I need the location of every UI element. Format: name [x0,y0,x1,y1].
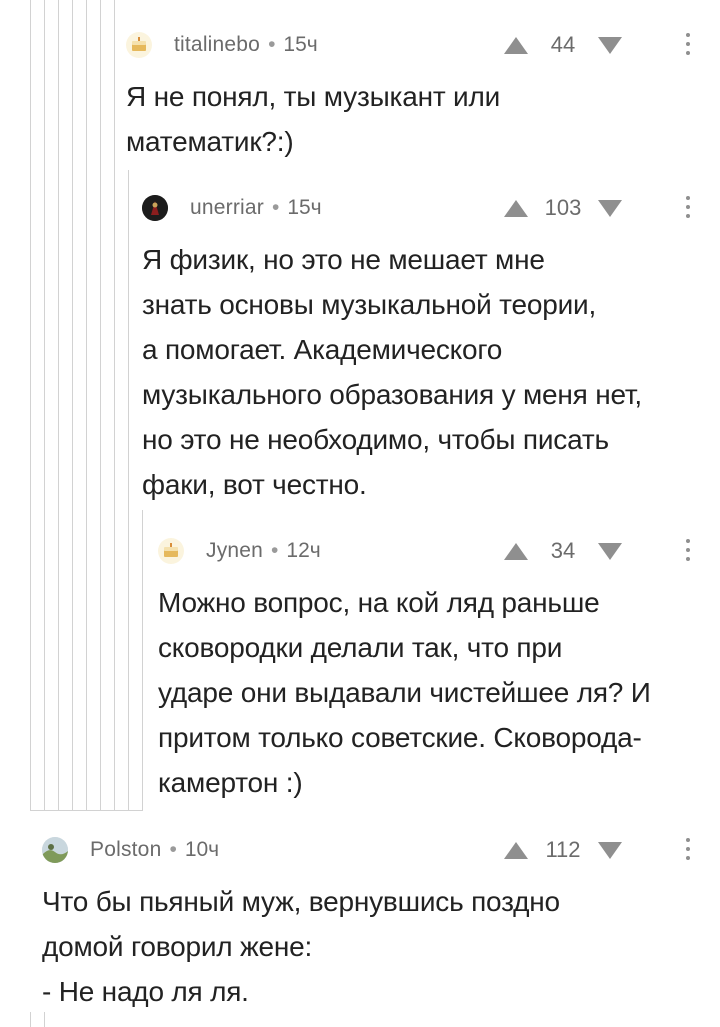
thread-line-2[interactable] [44,0,45,810]
vote-controls: 44 [504,30,622,60]
upvote-icon[interactable] [504,841,528,859]
vote-controls: 34 [504,536,622,566]
comment-line: а помогает. Академического [142,334,503,365]
comment-line: Я не понял, ты музыкант или [126,81,501,112]
comment-line: сковородки делали так, что при [158,632,563,663]
comment-author[interactable]: unerriar [190,196,264,220]
comment-header: Polston • 10ч 112 [42,835,702,865]
downvote-icon[interactable] [598,542,622,560]
comment-line: Что бы пьяный муж, вернувшись поздно [42,886,560,917]
thread-line-5[interactable] [86,0,87,810]
more-options-icon[interactable] [686,33,690,55]
thread-line-6[interactable] [100,0,101,810]
separator-dot: • [271,539,279,562]
upvote-icon[interactable] [504,36,528,54]
comment-line: знать основы музыкальной теории, [142,289,597,320]
comment-line: музыкального образования у меня нет, [142,379,642,410]
thread-line-4[interactable] [72,0,73,810]
comment-text: Я физик, но это не мешает мне знать осно… [142,237,702,507]
comment-time[interactable]: 12ч [286,539,320,563]
separator-dot: • [271,196,280,219]
comment-line: факи, вот честно. [142,469,367,500]
downvote-icon[interactable] [598,36,622,54]
thread-line-7[interactable] [114,0,115,810]
comment-time[interactable]: 15ч [287,196,321,220]
comment-line: камертон :) [158,767,303,798]
thread-divider [30,810,143,811]
comment-header: titalinebo • 15ч 44 [126,30,706,60]
default-cake-avatar-icon[interactable] [126,32,152,58]
thread-line-9[interactable] [142,510,143,810]
thread-line-3[interactable] [58,0,59,810]
comment-line: ударе они выдавали чистейшее ля? И [158,677,651,708]
more-options-icon[interactable] [686,196,690,218]
vote-count: 34 [550,538,576,563]
thread-line-bottom-2[interactable] [44,1012,45,1027]
default-cake-avatar-icon[interactable] [158,538,184,564]
more-options-icon[interactable] [686,539,690,561]
dark-user-avatar-icon[interactable] [142,195,168,221]
thread-line-bottom-1[interactable] [30,1012,31,1027]
comment-line: притом только советские. Сковорода- [158,722,642,753]
vote-count: 103 [544,195,582,220]
vote-controls: 112 [504,835,622,865]
comment-polston: Polston • 10ч 112 Что бы пьяный муж, вер… [42,835,702,1014]
comment-text: Что бы пьяный муж, вернувшись поздно дом… [42,879,702,1014]
vote-count: 44 [550,32,576,57]
comment-text: Я не понял, ты музыкант или математик?:) [126,74,706,164]
comment-line: но это не необходимо, чтобы писать [142,424,609,455]
separator-dot: • [169,838,177,861]
comment-header: unerriar • 15ч 103 [142,193,702,223]
comment-author[interactable]: Polston [90,838,161,862]
upvote-icon[interactable] [504,542,528,560]
comment-line: - Не надо ля ля. [42,976,249,1007]
comment-author[interactable]: titalinebo [174,33,260,57]
comment-jynen: Jynen • 12ч 34 Можно вопрос, на кой ляд … [158,536,702,805]
comment-author[interactable]: Jynen [206,539,263,563]
comment-line: Я физик, но это не мешает мне [142,244,545,275]
thread-line-8[interactable] [128,170,129,810]
comment-line: математик?:) [126,126,294,157]
comment-header: Jynen • 12ч 34 [158,536,702,566]
comment-unerriar: unerriar • 15ч 103 Я физик, но это не ме… [142,193,702,507]
comment-line: домой говорил жене: [42,931,313,962]
separator-dot: • [268,33,276,56]
downvote-icon[interactable] [598,841,622,859]
landscape-avatar-icon[interactable] [42,837,68,863]
comment-line: Можно вопрос, на кой ляд раньше [158,587,600,618]
vote-count: 112 [545,837,581,862]
comment-time[interactable]: 15ч [283,33,317,57]
comment-time[interactable]: 10ч [185,838,219,862]
comment-text: Можно вопрос, на кой ляд раньше сковород… [158,580,702,805]
more-options-icon[interactable] [686,838,690,860]
vote-controls: 103 [504,193,622,223]
downvote-icon[interactable] [598,199,622,217]
comment-titalinebo: titalinebo • 15ч 44 Я не понял, ты музык… [126,30,706,164]
upvote-icon[interactable] [504,199,528,217]
thread-line-1[interactable] [30,0,31,810]
